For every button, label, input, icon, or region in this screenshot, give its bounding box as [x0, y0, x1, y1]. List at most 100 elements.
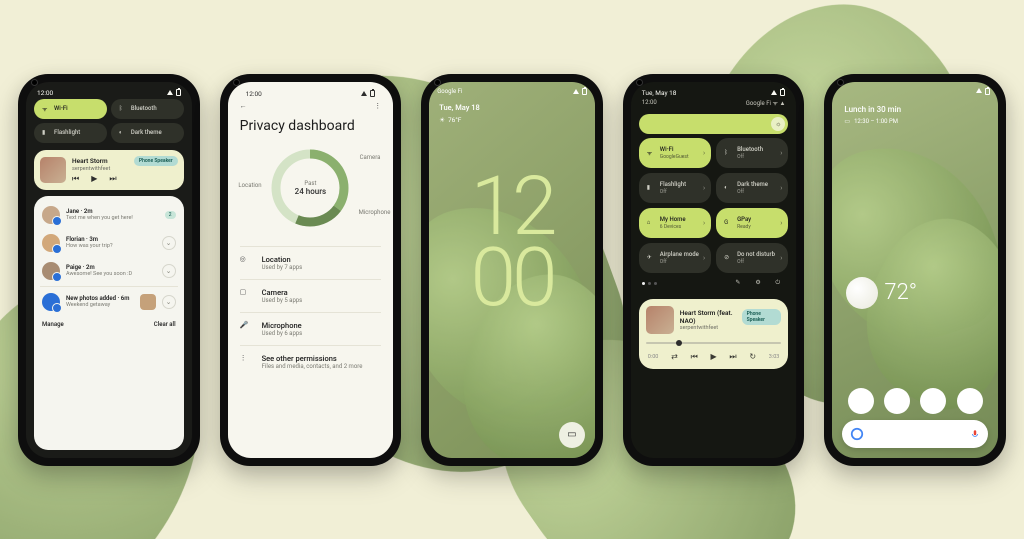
tile-sub: GoogleGuest — [660, 154, 689, 160]
weather-icon — [846, 277, 878, 309]
sun-icon: ☀ — [439, 116, 445, 124]
tile-title: Wi-Fi — [660, 146, 689, 153]
perm-row-mic[interactable]: 🎤MicrophoneUsed by 6 apps — [240, 312, 382, 345]
mic-icon: 🎤 — [240, 321, 252, 333]
track-title: Heart Storm (feat. NAO) — [680, 309, 742, 325]
time-total: 3:03 — [769, 354, 780, 360]
camera-cutout — [434, 79, 441, 86]
qs-tile-wi-fi[interactable]: ᯤWi-FiGoogleGuest› — [639, 138, 711, 168]
avatar — [42, 206, 60, 224]
qs-tile-dark-theme[interactable]: ◐Dark themeOff› — [716, 173, 788, 203]
tile-icon: ⌂ — [647, 219, 655, 227]
seek-bar[interactable] — [646, 342, 782, 344]
brightness-slider[interactable]: ☼ — [639, 114, 789, 134]
album-art — [40, 157, 66, 183]
calendar-icon: ▭ — [844, 118, 850, 125]
photo-thumb — [140, 294, 156, 310]
overflow-icon[interactable]: ⋮ — [374, 102, 381, 110]
power-icon[interactable]: ⏻ — [775, 279, 785, 289]
photos-app[interactable] — [920, 388, 946, 414]
back-icon[interactable]: ← — [240, 102, 247, 110]
qs-flashlight[interactable]: ▮Flashlight — [34, 123, 107, 143]
track-artist: serpentwithfeet — [72, 166, 178, 172]
next-icon[interactable]: ⏭ — [729, 352, 736, 362]
gmail-app[interactable] — [848, 388, 874, 414]
output-chip[interactable]: Phone Speaker — [134, 156, 178, 166]
shuffle-icon[interactable]: ⇄ — [671, 352, 678, 361]
carrier: Google Fi — [437, 88, 462, 95]
tile-sub: Off — [737, 189, 768, 195]
signal-icon — [167, 90, 173, 95]
qs-date: Tue, May 18 — [642, 89, 677, 97]
signal-icon — [976, 88, 982, 93]
edit-icon[interactable]: ✎ — [735, 279, 745, 289]
chevron-down-icon[interactable]: ⌄ — [162, 264, 176, 278]
qs-wifi[interactable]: ᯤWi-Fi — [34, 99, 107, 119]
tile-title: Airplane mode — [660, 251, 699, 258]
phone-privacy: 12:00 ←⋮ Privacy dashboard Past24 hours … — [220, 74, 402, 466]
lock-weather: 76°F — [448, 116, 461, 124]
album-art — [646, 306, 674, 334]
notif-row[interactable]: New photos added · 6mWeekend getaway ⌄ — [40, 289, 178, 315]
qs-tile-bluetooth[interactable]: ᛒBluetoothOff› — [716, 138, 788, 168]
media-card[interactable]: Heart Storm (feat. NAO)Phone Speaker ser… — [639, 299, 789, 369]
search-bar[interactable] — [842, 420, 988, 448]
qs-dark[interactable]: ◐Dark theme — [111, 123, 184, 143]
qs-tile-airplane-mode[interactable]: ✈Airplane modeOff› — [639, 243, 711, 273]
tile-title: Flashlight — [660, 181, 686, 188]
tile-icon: G — [724, 219, 732, 227]
manage-button[interactable]: Manage — [42, 321, 64, 328]
next-icon[interactable]: ⏭ — [109, 174, 116, 184]
mic-icon[interactable] — [970, 427, 980, 441]
notif-row[interactable]: Jane · 2mText me when you get here! 2 — [40, 202, 178, 228]
settings-icon[interactable]: ⚙ — [755, 279, 765, 289]
signal-icon — [573, 89, 579, 94]
media-card[interactable]: Heart Storm Phone Speaker serpentwithfee… — [34, 150, 184, 190]
tile-icon: ᛒ — [724, 149, 732, 157]
perm-row-location[interactable]: ◎LocationUsed by 7 apps — [240, 246, 382, 279]
notif-row[interactable]: Florian · 3mHow was your trip? ⌄ — [40, 230, 178, 256]
prev-icon[interactable]: ⏮ — [691, 352, 698, 362]
chevron-right-icon: › — [703, 219, 705, 227]
more-icon: ⋮ — [240, 354, 252, 366]
perm-row-other[interactable]: ⋮See other permissionsFiles and media, c… — [240, 345, 382, 378]
glance-sub: 12:30 – 1:00 PM — [854, 118, 898, 125]
chrome-app[interactable] — [957, 388, 983, 414]
wifi-label: Wi-Fi — [54, 105, 68, 112]
tile-icon: ◐ — [724, 184, 732, 192]
prev-icon[interactable]: ⏮ — [72, 174, 79, 184]
chevron-right-icon: › — [780, 184, 782, 192]
clear-all-button[interactable]: Clear all — [154, 321, 176, 328]
play-icon[interactable]: ▶ — [711, 352, 717, 361]
qs-tile-my-home[interactable]: ⌂My Home6 Devices› — [639, 208, 711, 238]
phone-lockscreen: Google Fi Tue, May 18 ☀76°F 1200 ▭ — [421, 74, 603, 466]
maps-app[interactable] — [884, 388, 910, 414]
qs-tile-do-not-disturb[interactable]: ⊘Do not disturbOff› — [716, 243, 788, 273]
output-chip[interactable]: Phone Speaker — [742, 309, 782, 325]
chevron-right-icon: › — [780, 219, 782, 227]
glance-title[interactable]: Lunch in 30 min — [832, 101, 998, 118]
tile-title: GPay — [737, 216, 751, 223]
perm-row-camera[interactable]: ▢CameraUsed by 5 apps — [240, 279, 382, 312]
phone-qs-expanded: Tue, May 18 12:00Google Fi ᯤ ▲ ☼ ᯤWi-FiG… — [623, 74, 805, 466]
seg-camera: Camera — [360, 154, 381, 161]
chevron-down-icon[interactable]: ⌄ — [162, 236, 176, 250]
tile-sub: Ready — [737, 224, 751, 230]
seg-location: Location — [238, 182, 261, 189]
qs-bluetooth[interactable]: ᛒBluetooth — [111, 99, 184, 119]
wallet-fab[interactable]: ▭ — [559, 422, 585, 448]
play-icon[interactable]: ▶ — [91, 174, 97, 184]
phone-home: Lunch in 30 min ▭ 12:30 – 1:00 PM 72° — [824, 74, 1006, 466]
brightness-icon: ☼ — [771, 117, 785, 131]
repeat-icon[interactable]: ↻ — [749, 352, 756, 361]
chevron-right-icon: › — [703, 149, 705, 157]
qs-tile-flashlight[interactable]: ▮FlashlightOff› — [639, 173, 711, 203]
chevron-right-icon: › — [703, 254, 705, 262]
tile-icon: ⊘ — [724, 254, 732, 262]
weather-widget[interactable]: 72° — [846, 277, 917, 309]
notif-row[interactable]: Paige · 2mAwesome! See you soon :D ⌄ — [40, 258, 178, 284]
lock-clock: 1200 — [429, 172, 595, 315]
notification-panel: Jane · 2mText me when you get here! 2 Fl… — [34, 196, 184, 450]
chevron-down-icon[interactable]: ⌄ — [162, 295, 176, 309]
qs-tile-gpay[interactable]: G GPayReady › — [716, 208, 788, 238]
